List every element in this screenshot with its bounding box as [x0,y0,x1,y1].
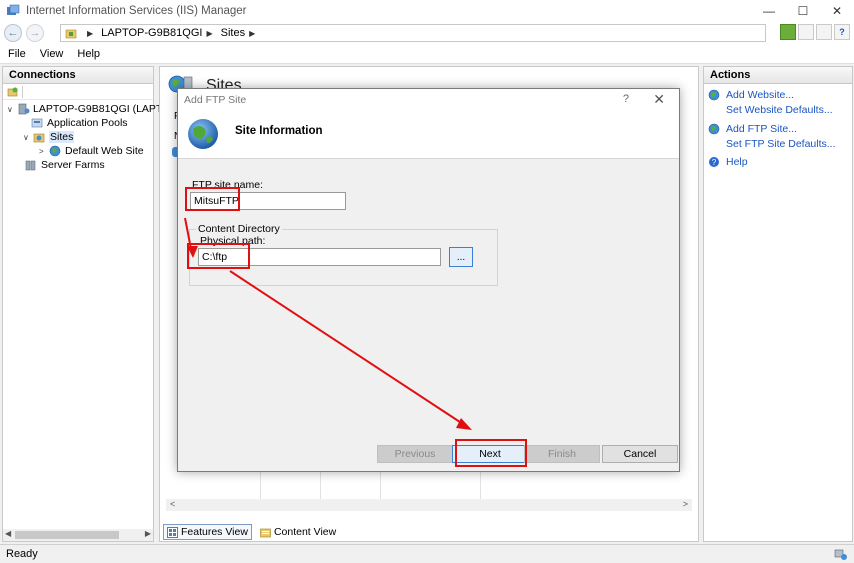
scroll-left-icon[interactable]: < [170,499,175,509]
cancel-button[interactable]: Cancel [602,445,678,463]
list-gridlines [260,469,560,501]
action-label[interactable]: Add Website... [726,89,794,101]
help-icon: ? [709,157,719,167]
server-farms-icon [25,160,36,171]
view-tabs: Features View Content View [163,524,340,540]
browse-button[interactable]: ... [449,247,473,267]
svg-text:?: ? [712,158,717,167]
folder-home-icon [65,29,77,39]
action-add-website[interactable]: Add Website... [708,89,794,101]
help-icon[interactable]: ? [834,24,850,40]
close-window-button[interactable]: ✕ [820,0,854,22]
stop-icon[interactable] [798,24,814,40]
action-label[interactable]: Set Website Defaults... [726,104,833,116]
status-text: Ready [6,548,38,560]
application-pools-icon [31,118,43,128]
minimize-button[interactable]: — [752,0,786,22]
dialog-header-title: Site Information [235,125,323,137]
connections-toolbar [3,84,153,100]
connections-header: Connections [3,67,153,84]
tree-item-sites[interactable]: ∨ Sites [23,130,75,144]
scroll-right-icon[interactable]: ▶ [145,529,151,538]
dialog-help-button[interactable]: ? [623,93,629,105]
expand-icon[interactable]: > [39,147,49,156]
tab-features-view[interactable]: Features View [163,524,252,540]
breadcrumb[interactable]: ▶ LAPTOP-G9B81QGI ▶ Sites ▶ [60,24,766,42]
add-ftp-site-dialog: Add FTP Site ? ✕ Site Information FTP si… [177,88,680,472]
connections-panel: Connections ∨ LAPTOP-G9B81QGI (LAPTOP- A… [2,66,181,542]
scroll-left-icon[interactable]: ◀ [5,529,11,538]
window-title: Internet Information Services (IIS) Mana… [26,5,247,17]
collapse-icon[interactable]: ∨ [23,133,33,142]
tree-label: Default Web Site [65,145,144,157]
globe-icon [188,119,218,149]
globe-icon [49,145,61,157]
home-icon[interactable] [816,24,832,40]
action-set-website-defaults[interactable]: Set Website Defaults... [726,104,833,116]
globe-icon [708,123,720,135]
breadcrumb-sites[interactable]: Sites [221,27,245,39]
finish-button[interactable]: Finish [524,445,600,463]
annotation-box-next [455,439,527,467]
network-status-icon [834,549,847,560]
sites-horizontal-scrollbar[interactable]: < > [166,499,692,511]
menu-bar: File View Help [0,44,854,64]
dialog-header: Site Information [178,111,679,159]
breadcrumb-separator-icon: ▶ [87,28,94,38]
menu-view[interactable]: View [40,48,64,60]
sites-folder-icon [33,133,45,143]
tree-item-server[interactable]: ∨ LAPTOP-G9B81QGI (LAPTOP- [7,102,181,116]
tree-label: Server Farms [41,159,105,171]
title-bar: Internet Information Services (IIS) Mana… [0,0,854,22]
connections-horizontal-scrollbar[interactable]: ◀ ▶ [3,529,153,541]
annotation-box-physical-path [187,243,250,269]
actions-header: Actions [704,67,852,84]
tab-label: Features View [181,526,248,538]
actions-panel: Actions Add Website... Set Website Defau… [703,66,853,542]
action-set-ftp-site-defaults[interactable]: Set FTP Site Defaults... [726,138,836,150]
scroll-right-icon[interactable]: > [683,499,688,509]
dialog-title: Add FTP Site [184,94,247,106]
action-label[interactable]: Help [726,156,748,168]
action-label[interactable]: Set FTP Site Defaults... [726,138,836,150]
tree-item-default-web-site[interactable]: > Default Web Site [39,144,144,158]
action-label[interactable]: Add FTP Site... [726,123,797,135]
toolbar-divider [22,85,23,98]
annotation-box-site-name [185,187,240,211]
content-directory-label: Content Directory [196,223,282,235]
tab-content-view[interactable]: Content View [256,524,340,540]
tree-item-application-pools[interactable]: Application Pools [31,116,128,130]
connect-icon[interactable] [7,86,19,98]
tab-label: Content View [273,526,337,538]
iis-app-icon [7,4,20,15]
status-bar: Ready [0,544,854,563]
collapse-icon[interactable]: ∨ [7,105,17,114]
breadcrumb-separator-icon: ▶ [206,28,213,38]
globe-icon [708,89,720,101]
menu-help[interactable]: Help [77,48,100,60]
content-view-icon [260,528,271,537]
address-bar: ← → ▶ LAPTOP-G9B81QGI ▶ Sites ▶ ? [0,22,854,44]
dialog-title-bar: Add FTP Site ? ✕ [178,89,679,111]
tree-item-server-farms[interactable]: Server Farms [25,158,105,172]
back-button[interactable]: ← [4,24,22,42]
tree-label: Application Pools [47,117,128,129]
action-help[interactable]: ? Help [708,156,748,168]
tree-label: Sites [49,131,75,143]
menu-file[interactable]: File [8,48,26,60]
server-icon [18,103,30,115]
breadcrumb-host[interactable]: LAPTOP-G9B81QGI [101,27,202,39]
features-view-icon [167,526,178,538]
maximize-button[interactable]: ☐ [786,0,820,22]
go-icon[interactable] [780,24,796,40]
previous-button[interactable]: Previous [377,445,453,463]
action-add-ftp-site[interactable]: Add FTP Site... [708,123,797,135]
dialog-close-button[interactable]: ✕ [653,91,665,108]
scrollbar-thumb[interactable] [15,531,119,539]
forward-button[interactable]: → [26,24,44,42]
breadcrumb-separator-icon: ▶ [249,28,256,38]
